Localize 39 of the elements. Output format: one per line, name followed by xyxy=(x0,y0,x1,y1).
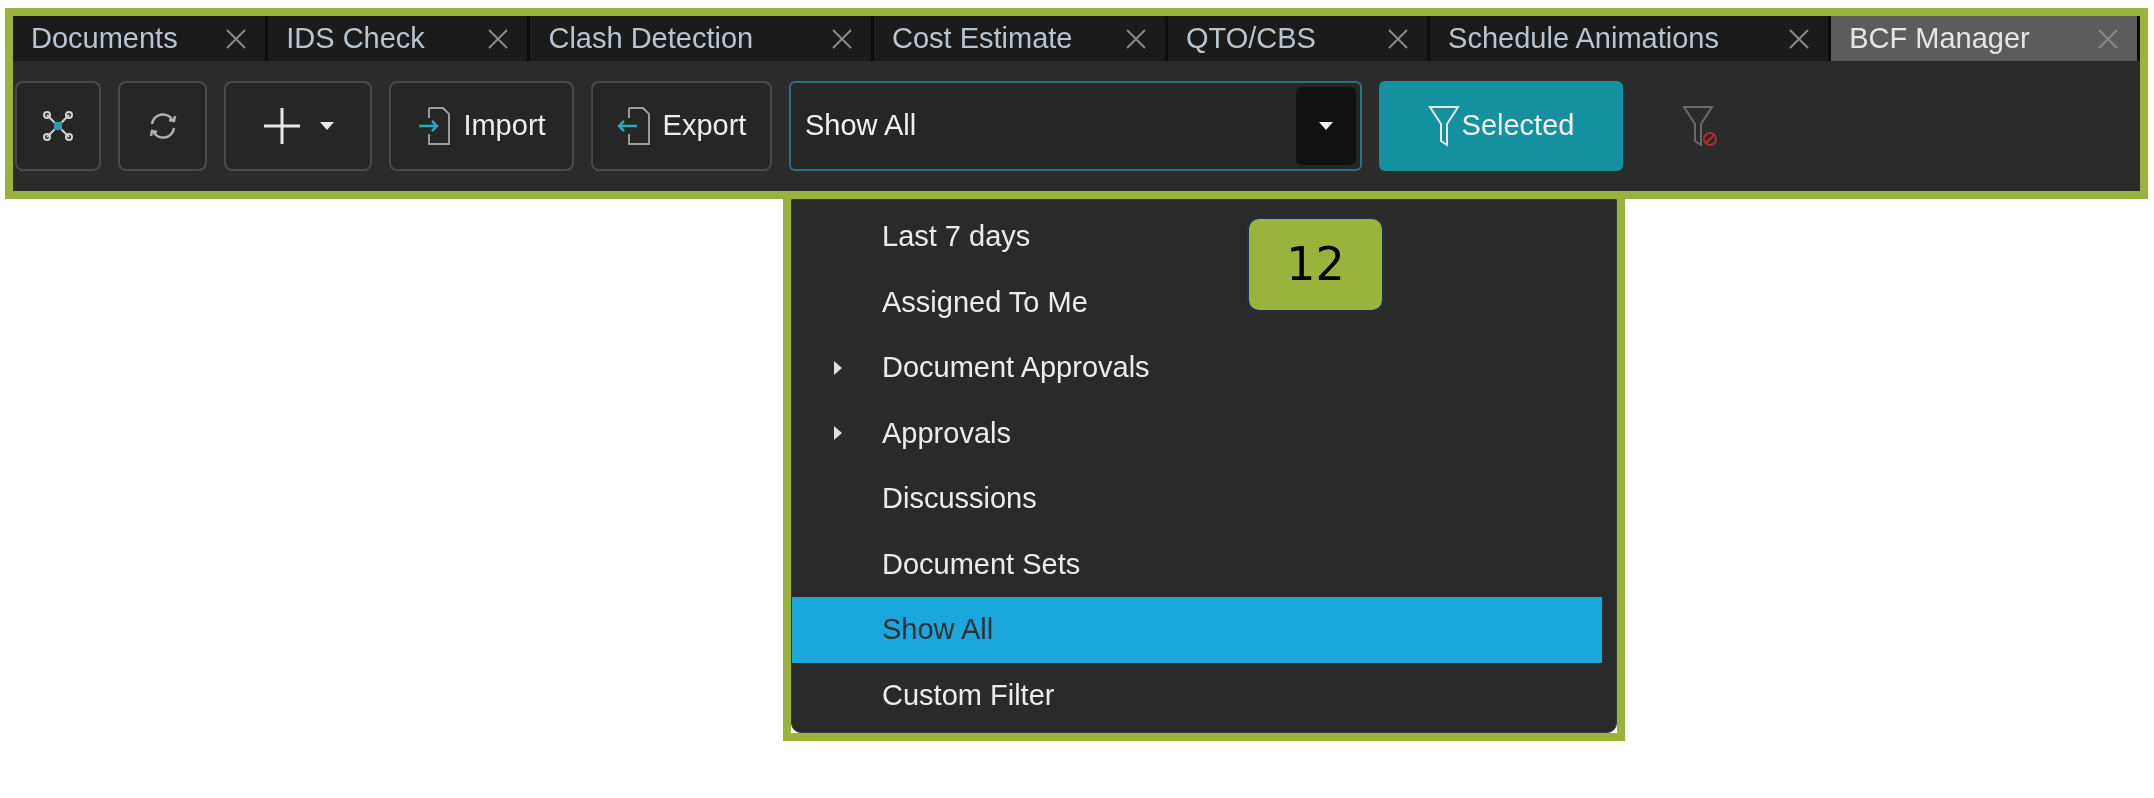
menu-item[interactable]: Approvals xyxy=(882,411,1011,455)
close-icon[interactable] xyxy=(225,27,248,50)
filter-icon xyxy=(1427,104,1460,148)
menu-item[interactable]: Assigned To Me xyxy=(882,280,1088,324)
menu-item[interactable]: Show All xyxy=(882,608,994,652)
tab[interactable]: Documents xyxy=(13,16,266,61)
menu-item[interactable]: Document Sets xyxy=(882,542,1081,586)
close-icon[interactable] xyxy=(1387,27,1410,50)
menu-item[interactable]: Discussions xyxy=(882,477,1037,521)
tab[interactable]: Cost Estimate xyxy=(873,16,1165,61)
export-icon xyxy=(616,106,651,146)
close-icon[interactable] xyxy=(487,27,510,50)
tab[interactable]: BCF Manager xyxy=(1831,16,2137,61)
menu-item[interactable]: Last 7 days xyxy=(882,215,1031,259)
refresh-button[interactable] xyxy=(118,81,207,171)
submenu-arrow-icon[interactable] xyxy=(834,360,842,375)
menu-item[interactable]: Custom Filter xyxy=(882,673,1055,717)
import-icon xyxy=(417,106,452,146)
tab[interactable]: QTO/CBS xyxy=(1167,16,1428,61)
add-button[interactable] xyxy=(224,81,372,171)
dropdown-toggle[interactable] xyxy=(1296,87,1356,165)
menu-item[interactable]: Document Approvals xyxy=(882,346,1150,390)
callout-badge: 12 xyxy=(1247,217,1384,312)
close-icon[interactable] xyxy=(830,27,853,50)
tab[interactable]: IDS Check xyxy=(268,16,528,61)
network-button[interactable] xyxy=(15,81,101,171)
caret-icon xyxy=(320,122,334,130)
import-button[interactable]: Import xyxy=(389,81,574,171)
close-icon[interactable] xyxy=(1124,27,1147,50)
tab[interactable]: Schedule Animations xyxy=(1430,16,1829,61)
tab[interactable]: Clash Detection xyxy=(530,16,871,61)
network-icon xyxy=(41,109,75,143)
plus-icon xyxy=(262,106,302,146)
export-button[interactable]: Export xyxy=(591,81,772,171)
select-value: Show All xyxy=(805,108,917,144)
submenu-arrow-icon[interactable] xyxy=(834,426,842,441)
close-icon[interactable] xyxy=(1788,27,1811,50)
filter-select[interactable]: Show All xyxy=(789,81,1362,171)
caret-icon xyxy=(1319,122,1333,130)
